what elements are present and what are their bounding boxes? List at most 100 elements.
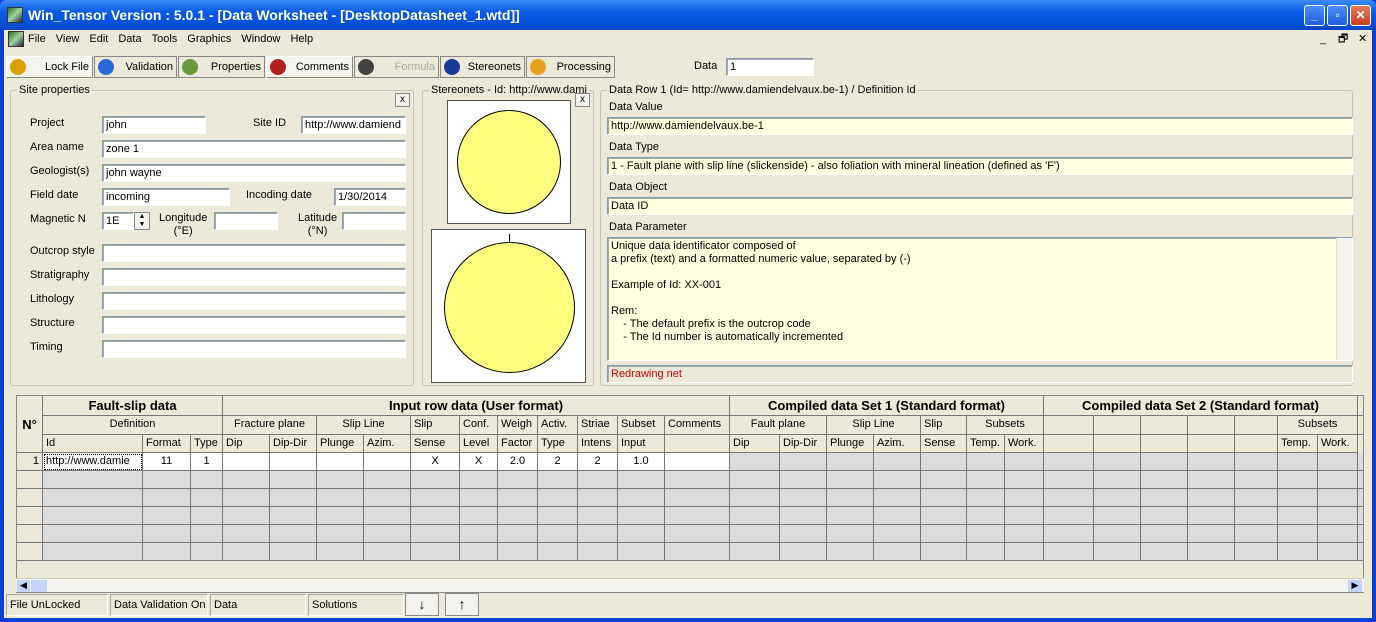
grid-cell[interactable] xyxy=(1005,543,1044,561)
grid-cell[interactable] xyxy=(665,525,730,543)
grid-cell[interactable] xyxy=(921,507,967,525)
magnetic-field[interactable]: 1E xyxy=(102,212,134,230)
grid-cell[interactable] xyxy=(223,543,270,561)
fault-slip-grid[interactable]: N° Fault-slip data Input row data (User fo… xyxy=(16,395,1364,593)
grid-cell[interactable] xyxy=(1278,525,1318,543)
grid-cell[interactable] xyxy=(874,489,921,507)
data-type-field[interactable]: 1 - Fault plane with slip line (slickens… xyxy=(607,157,1353,175)
grid-cell[interactable] xyxy=(270,489,317,507)
grid-cell[interactable] xyxy=(827,453,874,471)
menu-data[interactable]: Data xyxy=(118,33,141,45)
grid-cell[interactable] xyxy=(460,507,498,525)
data-field[interactable]: 1 xyxy=(726,58,814,76)
close-site-button[interactable]: x xyxy=(395,93,410,107)
grid-cell[interactable] xyxy=(317,471,364,489)
grid-cell[interactable] xyxy=(143,525,191,543)
grid-cell[interactable] xyxy=(460,471,498,489)
grid-cell[interactable] xyxy=(1094,543,1141,561)
data-object-field[interactable]: Data ID xyxy=(607,197,1353,215)
grid-cell[interactable] xyxy=(223,453,270,471)
toolbar-formula-button[interactable]: Formula xyxy=(354,56,439,78)
lithology-field[interactable] xyxy=(102,292,406,310)
grid-cell[interactable] xyxy=(1005,471,1044,489)
grid-cell[interactable] xyxy=(364,543,411,561)
grid-cell[interactable] xyxy=(874,507,921,525)
grid-cell[interactable] xyxy=(967,543,1005,561)
grid-cell[interactable] xyxy=(618,525,665,543)
grid-cell[interactable] xyxy=(1188,489,1235,507)
menu-view[interactable]: View xyxy=(56,33,80,45)
grid-cell[interactable] xyxy=(1141,507,1188,525)
grid-cell[interactable] xyxy=(1141,471,1188,489)
grid-cell[interactable] xyxy=(317,543,364,561)
scroll-right-icon[interactable]: ▶ xyxy=(1348,580,1362,592)
grid-cell[interactable] xyxy=(1094,453,1141,471)
grid-cell[interactable] xyxy=(223,525,270,543)
grid-cell[interactable] xyxy=(665,507,730,525)
stratigraphy-field[interactable] xyxy=(102,268,406,286)
minimize-button[interactable]: _ xyxy=(1304,5,1325,26)
grid-cell[interactable] xyxy=(43,471,143,489)
grid-cell[interactable] xyxy=(665,543,730,561)
grid-cell[interactable] xyxy=(538,525,578,543)
grid-cell[interactable] xyxy=(967,525,1005,543)
grid-cell[interactable] xyxy=(411,489,460,507)
grid-cell[interactable] xyxy=(364,507,411,525)
grid-cell[interactable] xyxy=(827,489,874,507)
mdi-close-button[interactable]: ✕ xyxy=(1358,30,1367,48)
area-field[interactable]: zone 1 xyxy=(102,140,406,158)
menu-help[interactable]: Help xyxy=(290,33,313,45)
grid-cell[interactable] xyxy=(1358,471,1363,489)
grid-cell[interactable] xyxy=(827,507,874,525)
grid-cell[interactable] xyxy=(191,489,223,507)
grid-cell[interactable] xyxy=(967,489,1005,507)
data-parameter-textarea[interactable]: Unique data identificator composed of a p… xyxy=(607,237,1353,361)
grid-cell[interactable] xyxy=(1005,525,1044,543)
grid-cell[interactable] xyxy=(1278,453,1318,471)
grid-cell[interactable] xyxy=(498,507,538,525)
toolbar-properties-button[interactable]: Properties xyxy=(178,56,265,78)
grid-cell[interactable] xyxy=(1318,525,1358,543)
grid-cell[interactable] xyxy=(538,507,578,525)
horizontal-scrollbar[interactable]: ◀ ▶ xyxy=(16,578,1364,592)
grid-cell[interactable] xyxy=(1318,507,1358,525)
grid-cell[interactable] xyxy=(967,453,1005,471)
close-button[interactable]: ✕ xyxy=(1350,5,1371,26)
grid-cell[interactable]: 1 xyxy=(191,453,223,471)
grid-cell[interactable] xyxy=(730,471,780,489)
grid-cell[interactable] xyxy=(1235,471,1278,489)
grid-cell[interactable] xyxy=(730,543,780,561)
fielddate-field[interactable]: incoming xyxy=(102,188,230,206)
grid-cell[interactable] xyxy=(364,489,411,507)
grid-cell[interactable] xyxy=(411,471,460,489)
grid-cell[interactable] xyxy=(618,507,665,525)
grid-cell[interactable] xyxy=(665,489,730,507)
mdi-restore-button[interactable]: 🗗 xyxy=(1338,30,1348,48)
grid-cell[interactable] xyxy=(364,453,411,471)
grid-cell[interactable] xyxy=(1358,507,1363,525)
grid-cell[interactable] xyxy=(1044,507,1094,525)
grid-cell[interactable] xyxy=(1141,525,1188,543)
grid-cell[interactable] xyxy=(223,489,270,507)
grid-cell[interactable] xyxy=(874,525,921,543)
grid-cell[interactable] xyxy=(1188,525,1235,543)
grid-cell[interactable] xyxy=(1235,507,1278,525)
grid-cell[interactable] xyxy=(143,507,191,525)
toolbar-processing-button[interactable]: Processing xyxy=(526,56,615,78)
move-down-button[interactable]: ↓ xyxy=(405,593,439,616)
toolbar-validation-button[interactable]: Validation xyxy=(94,56,177,78)
grid-cell[interactable] xyxy=(498,489,538,507)
grid-cell[interactable] xyxy=(317,453,364,471)
grid-cell[interactable] xyxy=(1358,543,1363,561)
grid-cell[interactable]: 1.0 xyxy=(618,453,665,471)
grid-cell[interactable]: http://www.damie xyxy=(43,453,143,471)
timing-field[interactable] xyxy=(102,340,406,358)
grid-cell[interactable]: 2.0 xyxy=(498,453,538,471)
grid-cell[interactable] xyxy=(1235,453,1278,471)
parameter-scrollbar[interactable] xyxy=(1336,238,1352,360)
grid-cell[interactable] xyxy=(223,471,270,489)
latitude-field[interactable] xyxy=(342,212,406,230)
grid-cell[interactable] xyxy=(730,489,780,507)
grid-cell[interactable] xyxy=(1094,471,1141,489)
grid-cell[interactable] xyxy=(1188,507,1235,525)
